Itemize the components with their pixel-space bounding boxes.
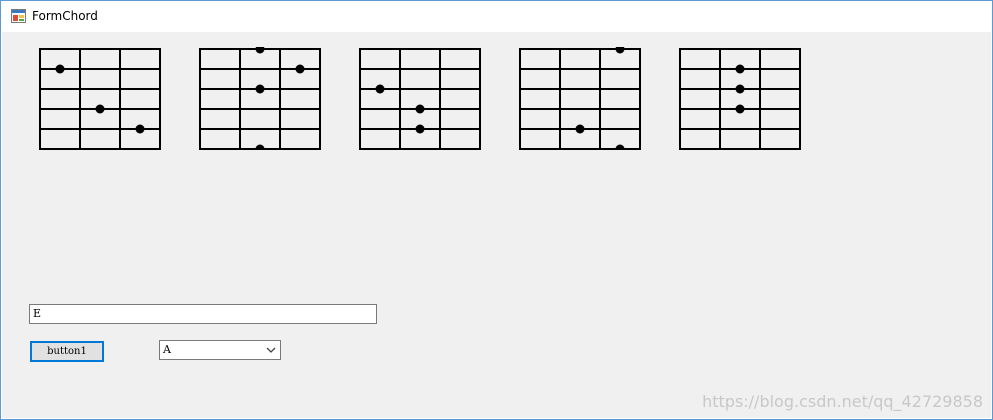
finger-dot (735, 64, 745, 74)
finger-dot (415, 104, 425, 114)
app-window: FormChord E button1 A (0, 0, 993, 420)
app-icon (11, 9, 26, 23)
finger-dot (615, 144, 625, 150)
chord-grid-frame (359, 48, 481, 150)
finger-dot (95, 104, 105, 114)
chord-diagram-2 (199, 47, 321, 150)
chevron-down-icon[interactable] (265, 345, 277, 355)
chord-grid-frame (519, 48, 641, 150)
chord-grid-frame (39, 48, 161, 150)
finger-dot (415, 124, 425, 134)
chord-grid-frame (679, 48, 801, 150)
chord-diagram-1 (39, 48, 161, 150)
button1[interactable]: button1 (30, 341, 104, 362)
finger-dot (55, 64, 65, 74)
finger-dot (615, 47, 625, 54)
finger-dot (135, 124, 145, 134)
finger-dot (255, 144, 265, 150)
chord-combobox[interactable]: A (159, 340, 281, 360)
chord-diagram-4 (519, 47, 641, 150)
window-title: FormChord (32, 9, 98, 23)
combobox-value: A (163, 343, 171, 356)
finger-dot (735, 84, 745, 94)
finger-dot (575, 124, 585, 134)
finger-dot (735, 104, 745, 114)
finger-dot (255, 84, 265, 94)
finger-dot (255, 47, 265, 54)
chord-diagram-3 (359, 48, 481, 150)
chord-grid-frame (199, 48, 321, 150)
chord-diagram-5 (679, 48, 801, 150)
title-bar[interactable]: FormChord (1, 1, 992, 31)
finger-dot (375, 84, 385, 94)
watermark-text: https://blog.csdn.net/qq_42729858 (702, 392, 983, 411)
chord-name-input[interactable]: E (29, 304, 377, 324)
finger-dot (295, 64, 305, 74)
